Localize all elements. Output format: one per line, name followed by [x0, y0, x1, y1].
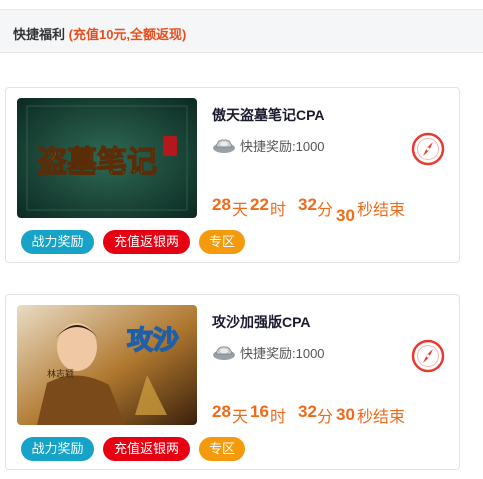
- countdown-days: 28: [212, 195, 231, 214]
- section-header: 快捷福利 (充值10元,全额返现): [0, 9, 483, 53]
- character-face: [57, 323, 97, 371]
- countdown-hours: 16: [250, 402, 269, 421]
- countdown-minutes: 32: [298, 402, 317, 421]
- countdown-days-unit: 天: [232, 202, 249, 219]
- countdown-seconds-unit: 秒结束: [357, 202, 406, 219]
- countdown-minutes-unit: 分: [317, 202, 334, 219]
- game-thumbnail[interactable]: 盗墓笔记: [17, 98, 197, 218]
- countdown-hours-unit: 时: [270, 409, 287, 426]
- game-title[interactable]: 攻沙加强版CPA: [212, 312, 311, 332]
- reward-label: 快捷奖励:1000: [240, 345, 325, 361]
- reward-row: 快捷奖励:1000: [212, 342, 325, 362]
- promo-text: (充值10元,全额返现): [68, 27, 187, 42]
- silver-ingot-icon: [213, 139, 235, 153]
- tag-recharge-cashback[interactable]: 充值返银两: [103, 230, 190, 254]
- game-thumbnail[interactable]: 攻沙 林志颖: [17, 305, 197, 425]
- tag-recharge-cashback[interactable]: 充值返银两: [103, 437, 190, 461]
- reward-row: 快捷奖励:1000: [212, 135, 325, 155]
- tag-zone[interactable]: 专区: [199, 230, 245, 254]
- countdown-minutes-unit: 分: [317, 409, 334, 426]
- thumbnail-title-text: 攻沙: [127, 326, 179, 356]
- game-card[interactable]: 盗墓笔记 傲天盗墓笔记CPA 快捷奖励:1000 28 天 22 时 32 分 …: [5, 87, 460, 263]
- countdown-seconds-unit: 秒结束: [357, 409, 406, 426]
- countdown-days: 28: [212, 402, 231, 421]
- countdown-hours-unit: 时: [270, 202, 287, 219]
- countdown-days-unit: 天: [232, 409, 249, 426]
- countdown-seconds: 30: [336, 405, 355, 424]
- compass-icon[interactable]: [411, 339, 445, 373]
- silver-ingot-icon: [213, 346, 235, 360]
- game-card[interactable]: 攻沙 林志颖 攻沙加强版CPA 快捷奖励:1000 28 天 16 时 32 分…: [5, 294, 460, 470]
- game-thumbnail-art: 盗墓笔记: [17, 98, 197, 218]
- section-title: 快捷福利 (充值10元,全额返现): [13, 24, 186, 43]
- seal-stamp: [163, 136, 177, 156]
- countdown-minutes: 32: [298, 195, 317, 214]
- thumbnail-title-text: 盗墓笔记: [37, 145, 157, 180]
- thumbnail-caption: 林志颖: [47, 368, 74, 380]
- compass-icon[interactable]: [411, 132, 445, 166]
- reward-label: 快捷奖励:1000: [240, 138, 325, 154]
- section-title-text: 快捷福利: [13, 27, 66, 42]
- countdown-seconds: 30: [336, 206, 355, 225]
- game-title[interactable]: 傲天盗墓笔记CPA: [212, 105, 325, 125]
- game-thumbnail-art: 攻沙 林志颖: [17, 305, 197, 425]
- tag-power-reward[interactable]: 战力奖励: [21, 230, 94, 254]
- countdown-hours: 22: [250, 195, 269, 214]
- tag-zone[interactable]: 专区: [199, 437, 245, 461]
- tag-power-reward[interactable]: 战力奖励: [21, 437, 94, 461]
